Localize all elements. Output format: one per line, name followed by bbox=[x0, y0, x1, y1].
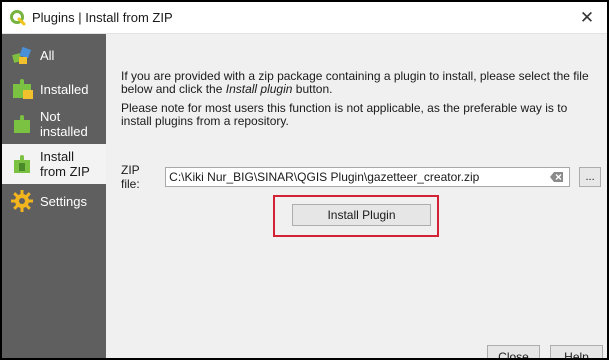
installed-plugins-icon bbox=[13, 79, 33, 99]
all-plugins-icon bbox=[12, 46, 32, 64]
install-plugin-emphasis: Install plugin bbox=[225, 82, 293, 96]
close-button[interactable]: Close bbox=[487, 345, 540, 358]
install-zip-icon bbox=[14, 155, 30, 173]
sidebar-item-all[interactable]: All bbox=[2, 42, 106, 68]
settings-icon bbox=[11, 190, 33, 212]
zip-file-input[interactable] bbox=[165, 167, 571, 187]
qgis-logo-icon bbox=[10, 9, 26, 25]
sidebar-item-label: Settings bbox=[40, 193, 87, 209]
intro-text: If you are provided with a zip package c… bbox=[121, 69, 589, 96]
not-installed-plugins-icon bbox=[14, 115, 30, 133]
sidebar-item-label: Install from ZIP bbox=[40, 149, 90, 179]
sidebar-item-label: All bbox=[40, 47, 55, 63]
sidebar: All Installed Not installed Install from… bbox=[2, 34, 106, 358]
zip-file-row: ZIP file: ... bbox=[121, 163, 601, 191]
main-panel: If you are provided with a zip package c… bbox=[107, 34, 607, 358]
zip-file-label: ZIP file: bbox=[121, 163, 140, 191]
sidebar-item-not-installed[interactable]: Not installed bbox=[2, 106, 106, 142]
install-plugin-button[interactable]: Install Plugin bbox=[292, 204, 431, 226]
sidebar-item-label: Installed bbox=[40, 81, 89, 97]
window-title: Plugins | Install from ZIP bbox=[32, 10, 173, 25]
browse-button[interactable]: ... bbox=[579, 167, 601, 187]
sidebar-item-installed[interactable]: Installed bbox=[2, 74, 106, 104]
note-text: Please note for most users this function… bbox=[121, 101, 568, 128]
sidebar-item-label: Not installed bbox=[40, 109, 88, 139]
sidebar-item-settings[interactable]: Settings bbox=[2, 188, 106, 214]
title-bar: Plugins | Install from ZIP ✕ bbox=[2, 2, 607, 34]
clear-icon[interactable] bbox=[550, 171, 564, 183]
sidebar-item-install-zip[interactable]: Install from ZIP bbox=[2, 144, 106, 184]
help-button[interactable]: Help bbox=[550, 345, 603, 358]
plugins-dialog: Plugins | Install from ZIP ✕ All Install… bbox=[2, 2, 607, 358]
close-icon[interactable]: ✕ bbox=[567, 2, 607, 33]
